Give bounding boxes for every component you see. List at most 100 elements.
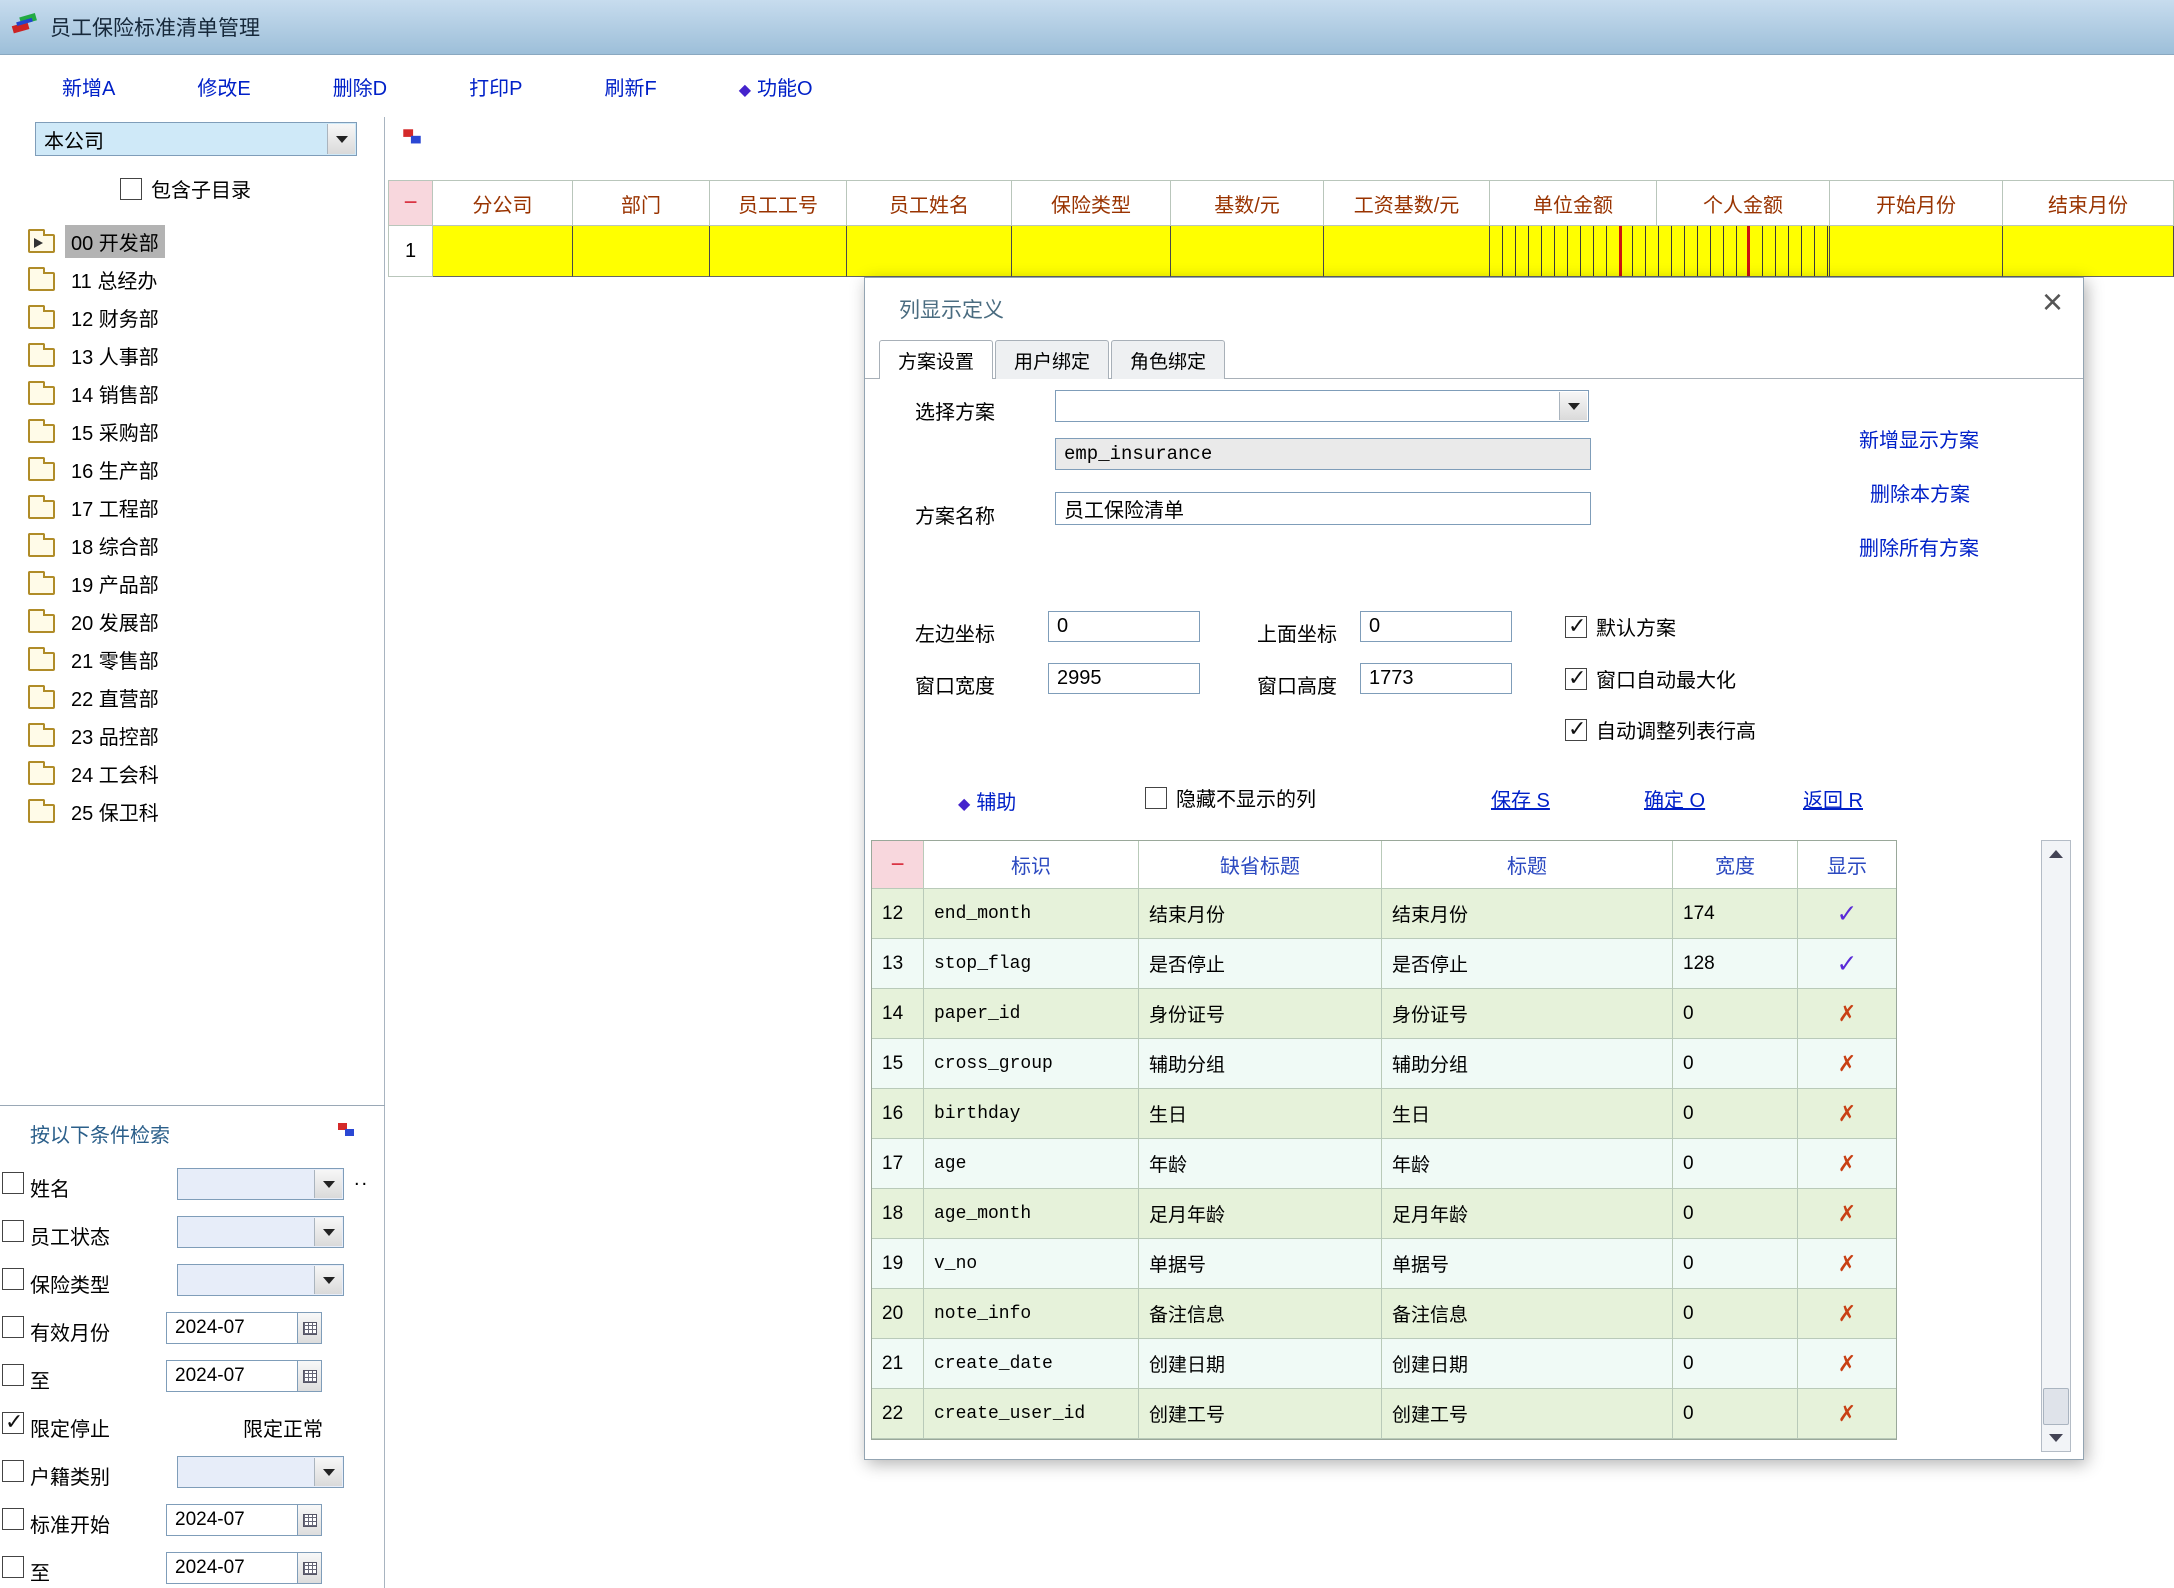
tree-item[interactable]: 21 零售部 bbox=[16, 640, 376, 678]
dialog-table-row[interactable]: 17age年龄年龄0✗ bbox=[872, 1139, 1896, 1189]
modify-button[interactable]: 修改E bbox=[197, 72, 250, 101]
col-header-title[interactable]: 标题 bbox=[1382, 841, 1673, 889]
tab-plan-settings[interactable]: 方案设置 bbox=[879, 340, 993, 379]
grid-cell[interactable] bbox=[710, 226, 847, 277]
standard-start-checkbox[interactable] bbox=[2, 1508, 24, 1530]
display-flag[interactable]: ✗ bbox=[1798, 1139, 1896, 1189]
tab-user-binding[interactable]: 用户绑定 bbox=[995, 340, 1109, 379]
dialog-table-row[interactable]: 16birthday生日生日0✗ bbox=[872, 1089, 1896, 1139]
plan-select[interactable] bbox=[1055, 390, 1589, 422]
grid-row-selector-header[interactable]: − bbox=[388, 180, 433, 226]
grid-column-header[interactable]: 员工姓名 bbox=[847, 180, 1012, 226]
status-select[interactable] bbox=[177, 1216, 344, 1248]
flag-icon[interactable] bbox=[400, 126, 424, 156]
dialog-table-row[interactable]: 14paper_id身份证号身份证号0✗ bbox=[872, 989, 1896, 1039]
calendar-icon[interactable] bbox=[298, 1312, 322, 1344]
save-link[interactable]: 保存 S bbox=[1491, 784, 1550, 813]
col-header-default-title[interactable]: 缺省标题 bbox=[1139, 841, 1382, 889]
standard-to-input[interactable] bbox=[166, 1552, 298, 1584]
dialog-scrollbar[interactable] bbox=[2041, 840, 2071, 1452]
dialog-table-row[interactable]: 13stop_flag是否停止是否停止128✓ bbox=[872, 939, 1896, 989]
standard-to-checkbox[interactable] bbox=[2, 1556, 24, 1578]
scroll-thumb[interactable] bbox=[2043, 1388, 2069, 1425]
tree-item[interactable]: 14 销售部 bbox=[16, 374, 376, 412]
tree-item[interactable]: 19 产品部 bbox=[16, 564, 376, 602]
grid-cell[interactable] bbox=[847, 226, 1012, 277]
grid-column-header[interactable]: 单位金额 bbox=[1490, 180, 1657, 226]
more-button[interactable]: .. bbox=[354, 1168, 369, 1191]
dialog-table-row[interactable]: 15cross_group辅助分组辅助分组0✗ bbox=[872, 1039, 1896, 1089]
dialog-table-row[interactable]: 22create_user_id创建工号创建工号0✗ bbox=[872, 1389, 1896, 1439]
grid-cell[interactable] bbox=[1324, 226, 1490, 277]
household-select[interactable] bbox=[177, 1456, 344, 1488]
ok-link[interactable]: 确定 O bbox=[1644, 784, 1705, 813]
table-row-selector-header[interactable]: − bbox=[872, 841, 924, 889]
hide-hidden-columns-check[interactable]: 隐藏不显示的列 bbox=[1145, 783, 1316, 812]
back-link[interactable]: 返回 R bbox=[1803, 784, 1863, 813]
dropdown-arrow-icon[interactable] bbox=[314, 1218, 342, 1246]
include-subdir-checkbox[interactable] bbox=[120, 178, 142, 200]
dropdown-arrow-icon[interactable] bbox=[314, 1266, 342, 1294]
grid-column-header[interactable]: 结束月份 bbox=[2003, 180, 2174, 226]
new-button[interactable]: 新增A bbox=[62, 72, 115, 101]
grid-column-header[interactable]: 保险类型 bbox=[1012, 180, 1171, 226]
grid-cell[interactable] bbox=[2003, 226, 2174, 277]
delete-plan-link[interactable]: 删除本方案 bbox=[1870, 478, 1970, 507]
grid-compressed-columns[interactable] bbox=[1490, 226, 1830, 277]
hide-hidden-columns-checkbox[interactable] bbox=[1145, 787, 1167, 809]
grid-cell[interactable] bbox=[1012, 226, 1171, 277]
include-subdir[interactable]: 包含子目录 bbox=[120, 174, 251, 203]
top-coord-field[interactable] bbox=[1360, 611, 1512, 642]
display-flag[interactable]: ✓ bbox=[1798, 889, 1896, 939]
default-plan-checkbox[interactable] bbox=[1565, 616, 1587, 638]
auto-maximize-check[interactable]: 窗口自动最大化 bbox=[1565, 664, 1736, 693]
name-filter-checkbox[interactable] bbox=[2, 1172, 24, 1194]
display-flag[interactable]: ✓ bbox=[1798, 939, 1896, 989]
display-flag[interactable]: ✗ bbox=[1798, 1089, 1896, 1139]
name-select[interactable] bbox=[177, 1168, 344, 1200]
plan-code-field[interactable] bbox=[1055, 438, 1591, 470]
col-header-identifier[interactable]: 标识 bbox=[924, 841, 1139, 889]
grid-cell[interactable] bbox=[433, 226, 573, 277]
display-flag[interactable]: ✗ bbox=[1798, 1289, 1896, 1339]
window-width-field[interactable] bbox=[1048, 663, 1200, 694]
household-checkbox[interactable] bbox=[2, 1460, 24, 1482]
insurance-type-checkbox[interactable] bbox=[2, 1268, 24, 1290]
status-filter-checkbox[interactable] bbox=[2, 1220, 24, 1242]
valid-month-input[interactable] bbox=[166, 1312, 298, 1344]
delete-all-plans-link[interactable]: 删除所有方案 bbox=[1859, 532, 1979, 561]
tree-item[interactable]: 25 保卫科 bbox=[16, 792, 376, 830]
standard-start-input[interactable] bbox=[166, 1504, 298, 1536]
assist-button[interactable]: ◆辅助 bbox=[958, 786, 1016, 815]
col-header-width[interactable]: 宽度 bbox=[1673, 841, 1798, 889]
tree-item[interactable]: 00 开发部 bbox=[16, 222, 376, 260]
dialog-table-row[interactable]: 21create_date创建日期创建日期0✗ bbox=[872, 1339, 1896, 1389]
display-flag[interactable]: ✗ bbox=[1798, 1189, 1896, 1239]
dialog-table-row[interactable]: 12end_month结束月份结束月份174✓ bbox=[872, 889, 1896, 939]
company-select[interactable]: 本公司 bbox=[35, 122, 357, 156]
flag-icon[interactable] bbox=[335, 1120, 357, 1148]
auto-row-height-check[interactable]: 自动调整列表行高 bbox=[1565, 715, 1756, 744]
limit-normal-checkbox[interactable] bbox=[2, 1412, 24, 1434]
tree-item[interactable]: 15 采购部 bbox=[16, 412, 376, 450]
refresh-button[interactable]: 刷新F bbox=[604, 72, 656, 101]
grid-row-number[interactable]: 1 bbox=[388, 226, 433, 277]
left-coord-field[interactable] bbox=[1048, 611, 1200, 642]
dropdown-arrow-icon[interactable] bbox=[314, 1170, 342, 1198]
grid-cell[interactable] bbox=[573, 226, 710, 277]
grid-cell[interactable] bbox=[1171, 226, 1324, 277]
dropdown-arrow-icon[interactable] bbox=[314, 1458, 342, 1486]
tree-item[interactable]: 16 生产部 bbox=[16, 450, 376, 488]
scroll-up-button[interactable] bbox=[2042, 841, 2070, 867]
plan-name-field[interactable] bbox=[1055, 492, 1591, 525]
window-height-field[interactable] bbox=[1360, 663, 1512, 694]
tree-item[interactable]: 12 财务部 bbox=[16, 298, 376, 336]
tab-role-binding[interactable]: 角色绑定 bbox=[1111, 340, 1225, 379]
grid-column-header[interactable]: 部门 bbox=[573, 180, 710, 226]
calendar-icon[interactable] bbox=[298, 1504, 322, 1536]
display-flag[interactable]: ✗ bbox=[1798, 1389, 1896, 1439]
print-button[interactable]: 打印P bbox=[469, 72, 522, 101]
add-plan-link[interactable]: 新增显示方案 bbox=[1859, 424, 1979, 453]
dialog-table-row[interactable]: 18age_month足月年龄足月年龄0✗ bbox=[872, 1189, 1896, 1239]
tree-item[interactable]: 17 工程部 bbox=[16, 488, 376, 526]
